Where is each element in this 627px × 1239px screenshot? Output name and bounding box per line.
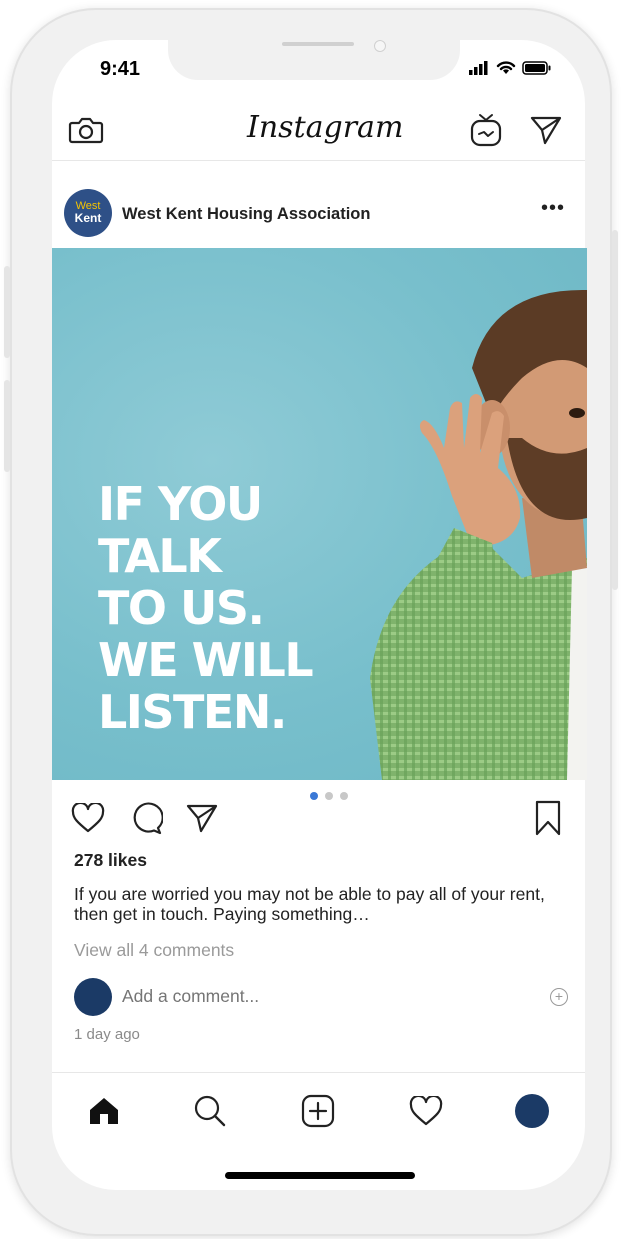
bookmark-icon[interactable] (528, 798, 568, 838)
add-post-icon[interactable] (298, 1091, 338, 1131)
bottom-navigation (52, 1072, 585, 1147)
power-button (612, 230, 618, 590)
current-user-avatar (74, 978, 112, 1016)
volume-up-button (4, 266, 10, 358)
account-username[interactable]: West Kent Housing Association (122, 205, 370, 224)
man-listening-illustration (370, 289, 587, 780)
avatar-text-kent: Kent (74, 211, 102, 225)
speaker (282, 42, 354, 46)
heart-icon[interactable] (68, 798, 108, 838)
direct-message-icon[interactable] (526, 112, 566, 148)
notch (168, 40, 460, 80)
view-all-comments-link[interactable]: View all 4 comments (74, 940, 234, 961)
activity-heart-icon[interactable] (406, 1091, 446, 1131)
wifi-icon (496, 61, 516, 74)
post-timestamp: 1 day ago (74, 1026, 140, 1043)
volume-down-button (4, 380, 10, 472)
camera-icon[interactable] (66, 112, 106, 148)
profile-avatar[interactable] (512, 1091, 552, 1131)
more-options-icon[interactable]: ••• (541, 197, 565, 220)
app-header: Instagram (52, 100, 585, 161)
status-icons (468, 60, 552, 75)
front-camera (374, 40, 386, 52)
post-header: West Kent West Kent Housing Association … (52, 181, 585, 245)
signal-icon (469, 60, 488, 75)
like-count[interactable]: 278 likes (74, 850, 147, 871)
battery-icon (522, 60, 551, 75)
status-time: 9:41 (100, 58, 141, 80)
search-icon[interactable] (190, 1091, 230, 1131)
home-indicator (225, 1172, 415, 1179)
igtv-icon[interactable] (466, 110, 506, 150)
comment-input[interactable] (122, 986, 502, 1007)
post-image[interactable]: IF YOU TALK TO US. WE WILL LISTEN. (52, 248, 587, 780)
comment-icon[interactable] (126, 798, 166, 838)
add-circle-icon[interactable]: + (550, 988, 568, 1006)
post-caption: If you are worried you may not be able t… (74, 884, 545, 924)
account-avatar[interactable]: West Kent (64, 189, 112, 237)
post-actions (52, 796, 585, 844)
share-icon[interactable] (182, 798, 222, 838)
home-icon[interactable] (84, 1091, 124, 1131)
add-comment-row: + (74, 978, 568, 1018)
instagram-logo: Instagram (247, 110, 404, 145)
